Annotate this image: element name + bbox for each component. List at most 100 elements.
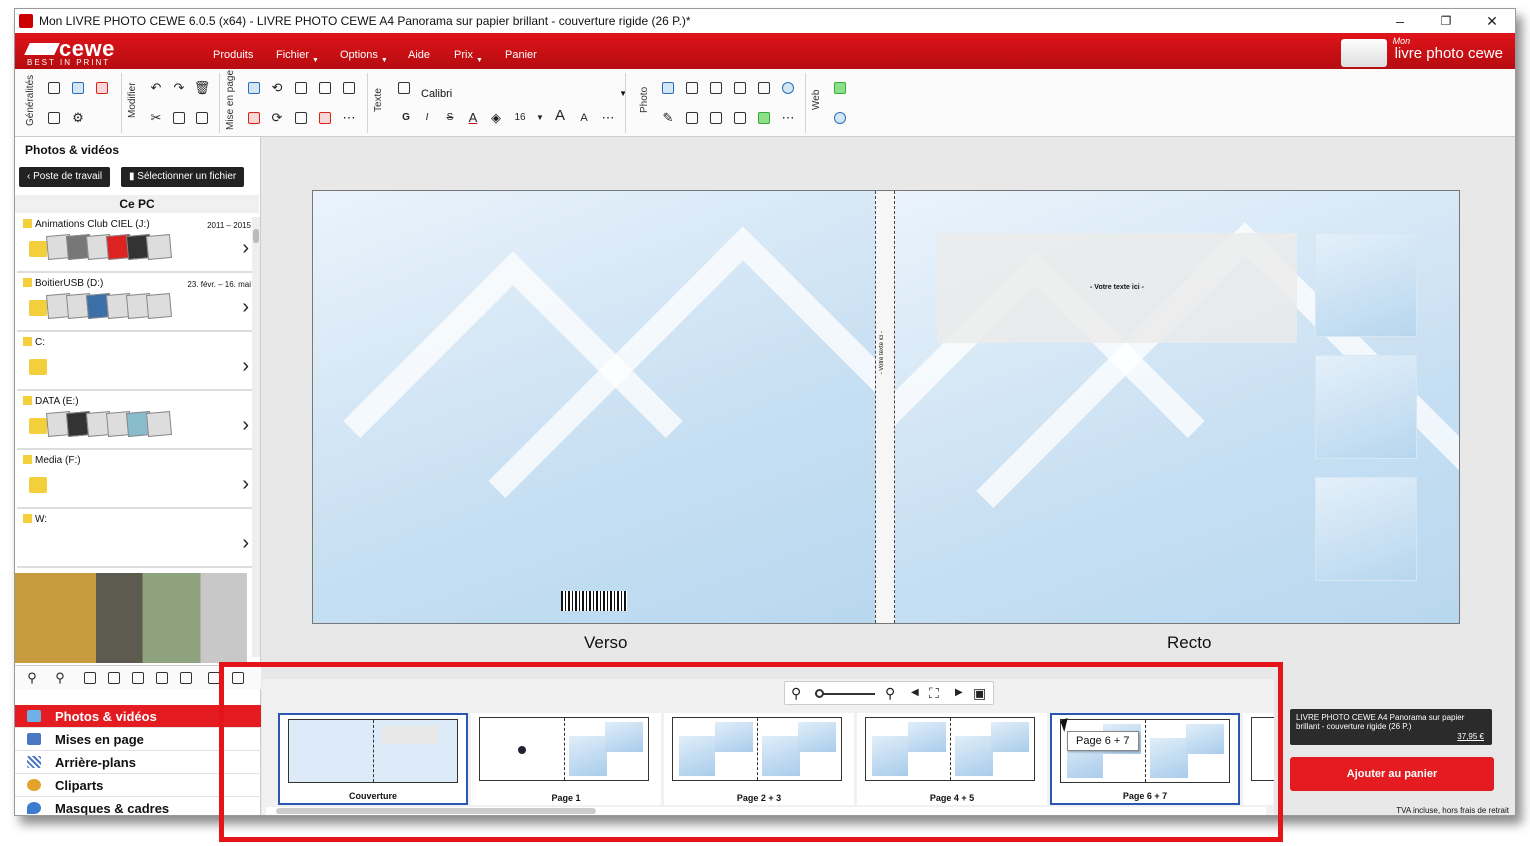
strip-scrollbar[interactable]	[266, 807, 1266, 815]
effects-icon[interactable]	[731, 79, 749, 97]
thumbnail-page-2-3[interactable]: Page 2 + 3	[664, 713, 854, 805]
nav-backgrounds[interactable]: Arrière-plans	[15, 751, 261, 774]
cover-text-box[interactable]: - Votre texte ici -	[937, 233, 1297, 343]
grid-icon[interactable]	[245, 79, 263, 97]
more-icon[interactable]: ⋯	[340, 109, 358, 127]
rotate-right-icon[interactable]: ⟳	[268, 109, 286, 127]
menu-fichier[interactable]: Fichier ▼	[276, 49, 319, 64]
ungroup-icon[interactable]	[316, 109, 334, 127]
zoom-out-icon[interactable]: ⚲	[23, 669, 41, 687]
thumbnail-page-4-5[interactable]: Page 4 + 5	[857, 713, 1047, 805]
filter-icon[interactable]	[205, 669, 223, 687]
font-family-select[interactable]: Calibri ▼	[417, 85, 627, 103]
thumbnail-page-1[interactable]: Page 1	[471, 713, 661, 805]
fullscreen-icon[interactable]: ⛶	[929, 685, 939, 702]
back-cover[interactable]	[313, 191, 875, 623]
rotate-photo-icon[interactable]	[707, 79, 725, 97]
settings-gear-icon[interactable]: ⚙	[69, 109, 87, 127]
book-spine[interactable]: - Votre texte ici -	[875, 191, 895, 623]
next-page-icon[interactable]: ▶	[955, 687, 963, 698]
shadow-icon[interactable]	[755, 79, 773, 97]
grow-font-button[interactable]: A	[551, 107, 569, 125]
frame-split-icon[interactable]	[731, 109, 749, 127]
web-photos-icon[interactable]	[831, 79, 849, 97]
frame-icon[interactable]	[755, 109, 773, 127]
save-icon[interactable]	[45, 79, 63, 97]
bold-button[interactable]: G	[397, 109, 415, 127]
view-3-icon[interactable]	[153, 669, 171, 687]
paste-icon[interactable]	[193, 109, 211, 127]
crop-icon[interactable]	[683, 109, 701, 127]
save-as-icon[interactable]	[45, 109, 63, 127]
prev-page-icon[interactable]: ◀	[911, 687, 919, 698]
back-to-computer-button[interactable]: ‹ Poste de travail	[19, 167, 111, 187]
rotate-icon[interactable]: ⟲	[268, 79, 286, 97]
nav-cliparts[interactable]: Cliparts	[15, 774, 261, 797]
copy-icon[interactable]	[170, 109, 188, 127]
fill-color-icon[interactable]: ◈	[487, 109, 505, 127]
view-1-icon[interactable]	[105, 669, 123, 687]
open-project-icon[interactable]	[69, 79, 87, 97]
magnet-icon[interactable]	[245, 109, 263, 127]
cut-icon[interactable]: ✂	[147, 109, 165, 127]
cart-product-info[interactable]: LIVRE PHOTO CEWE A4 Panorama sur papier …	[1290, 709, 1492, 745]
italic-button[interactable]: I	[418, 109, 436, 127]
more-icon[interactable]: ⋯	[599, 109, 617, 127]
undo-icon[interactable]: ↶	[147, 79, 165, 97]
font-color-button[interactable]: A	[464, 109, 482, 127]
group-icon[interactable]	[340, 79, 358, 97]
photo-import-icon[interactable]	[93, 79, 111, 97]
flip-icon[interactable]	[707, 109, 725, 127]
minimize-button[interactable]: –	[1377, 9, 1423, 33]
drive-item[interactable]: Media (F:) ›	[17, 451, 255, 509]
chevron-right-icon[interactable]: ›	[242, 532, 249, 555]
photo-placeholder[interactable]	[1315, 355, 1417, 459]
delete-icon[interactable]: 🗑	[193, 79, 211, 97]
chevron-right-icon[interactable]: ›	[242, 296, 249, 319]
nav-photos-videos[interactable]: Photos & vidéos	[15, 705, 261, 728]
thumbnail-next-partial[interactable]	[1243, 713, 1281, 805]
view-4-icon[interactable]	[177, 669, 195, 687]
editor-canvas[interactable]: - Votre texte ici - - Votre texte ici - …	[262, 137, 1515, 679]
photo-placeholder[interactable]	[1315, 477, 1417, 581]
menu-produits[interactable]: Produits	[213, 49, 253, 61]
maximize-button[interactable]: ❐	[1423, 9, 1469, 33]
font-size-select[interactable]: 16	[511, 109, 529, 127]
thumbnail-page-6-7[interactable]: Page 6 + 7	[1050, 713, 1240, 805]
cart-price[interactable]: 37,95 €	[1457, 732, 1484, 741]
zoom-photo-icon[interactable]	[683, 79, 701, 97]
sort-icon[interactable]	[229, 669, 247, 687]
arrange-icon[interactable]	[316, 79, 334, 97]
panel-scrollbar[interactable]	[252, 217, 260, 657]
zoom-out-icon[interactable]: ⚲	[791, 685, 801, 702]
chevron-right-icon[interactable]: ›	[242, 237, 249, 260]
text-box-icon[interactable]	[395, 79, 413, 97]
add-to-cart-button[interactable]: Ajouter au panier	[1290, 757, 1494, 791]
menu-prix[interactable]: Prix ▼	[454, 49, 483, 64]
zoom-slider-handle[interactable]	[815, 689, 824, 698]
send-backward-icon[interactable]	[292, 109, 310, 127]
select-file-button[interactable]: ▮ Sélectionner un fichier	[121, 167, 245, 187]
zoom-in-icon[interactable]: ⚲	[885, 685, 895, 702]
photo-placeholder[interactable]	[1315, 233, 1417, 337]
drive-item[interactable]: W: ›	[17, 510, 255, 568]
globe-icon[interactable]	[779, 79, 797, 97]
menu-panier[interactable]: Panier	[505, 49, 537, 61]
chevron-right-icon[interactable]: ›	[242, 473, 249, 496]
thumbnail-cover[interactable]: Couverture	[278, 713, 468, 805]
view-2-icon[interactable]	[129, 669, 147, 687]
menu-options[interactable]: Options ▼	[340, 49, 388, 64]
zoom-in-icon[interactable]: ⚲	[51, 669, 69, 687]
redo-icon[interactable]: ↷	[170, 79, 188, 97]
menu-aide[interactable]: Aide	[408, 49, 430, 61]
bring-forward-icon[interactable]	[292, 79, 310, 97]
nav-layouts[interactable]: Mises en page	[15, 728, 261, 751]
shrink-font-button[interactable]: A	[575, 109, 593, 127]
drive-item[interactable]: C: ›	[17, 333, 255, 391]
zoom-slider[interactable]	[815, 693, 875, 695]
page-settings-icon[interactable]: ▣	[973, 685, 986, 702]
more-icon[interactable]: ⋯	[779, 109, 797, 127]
cover-spread[interactable]: - Votre texte ici - - Votre texte ici -	[312, 190, 1460, 624]
drive-item[interactable]: DATA (E:) ›	[17, 392, 255, 450]
grid-view-icon[interactable]	[81, 669, 99, 687]
